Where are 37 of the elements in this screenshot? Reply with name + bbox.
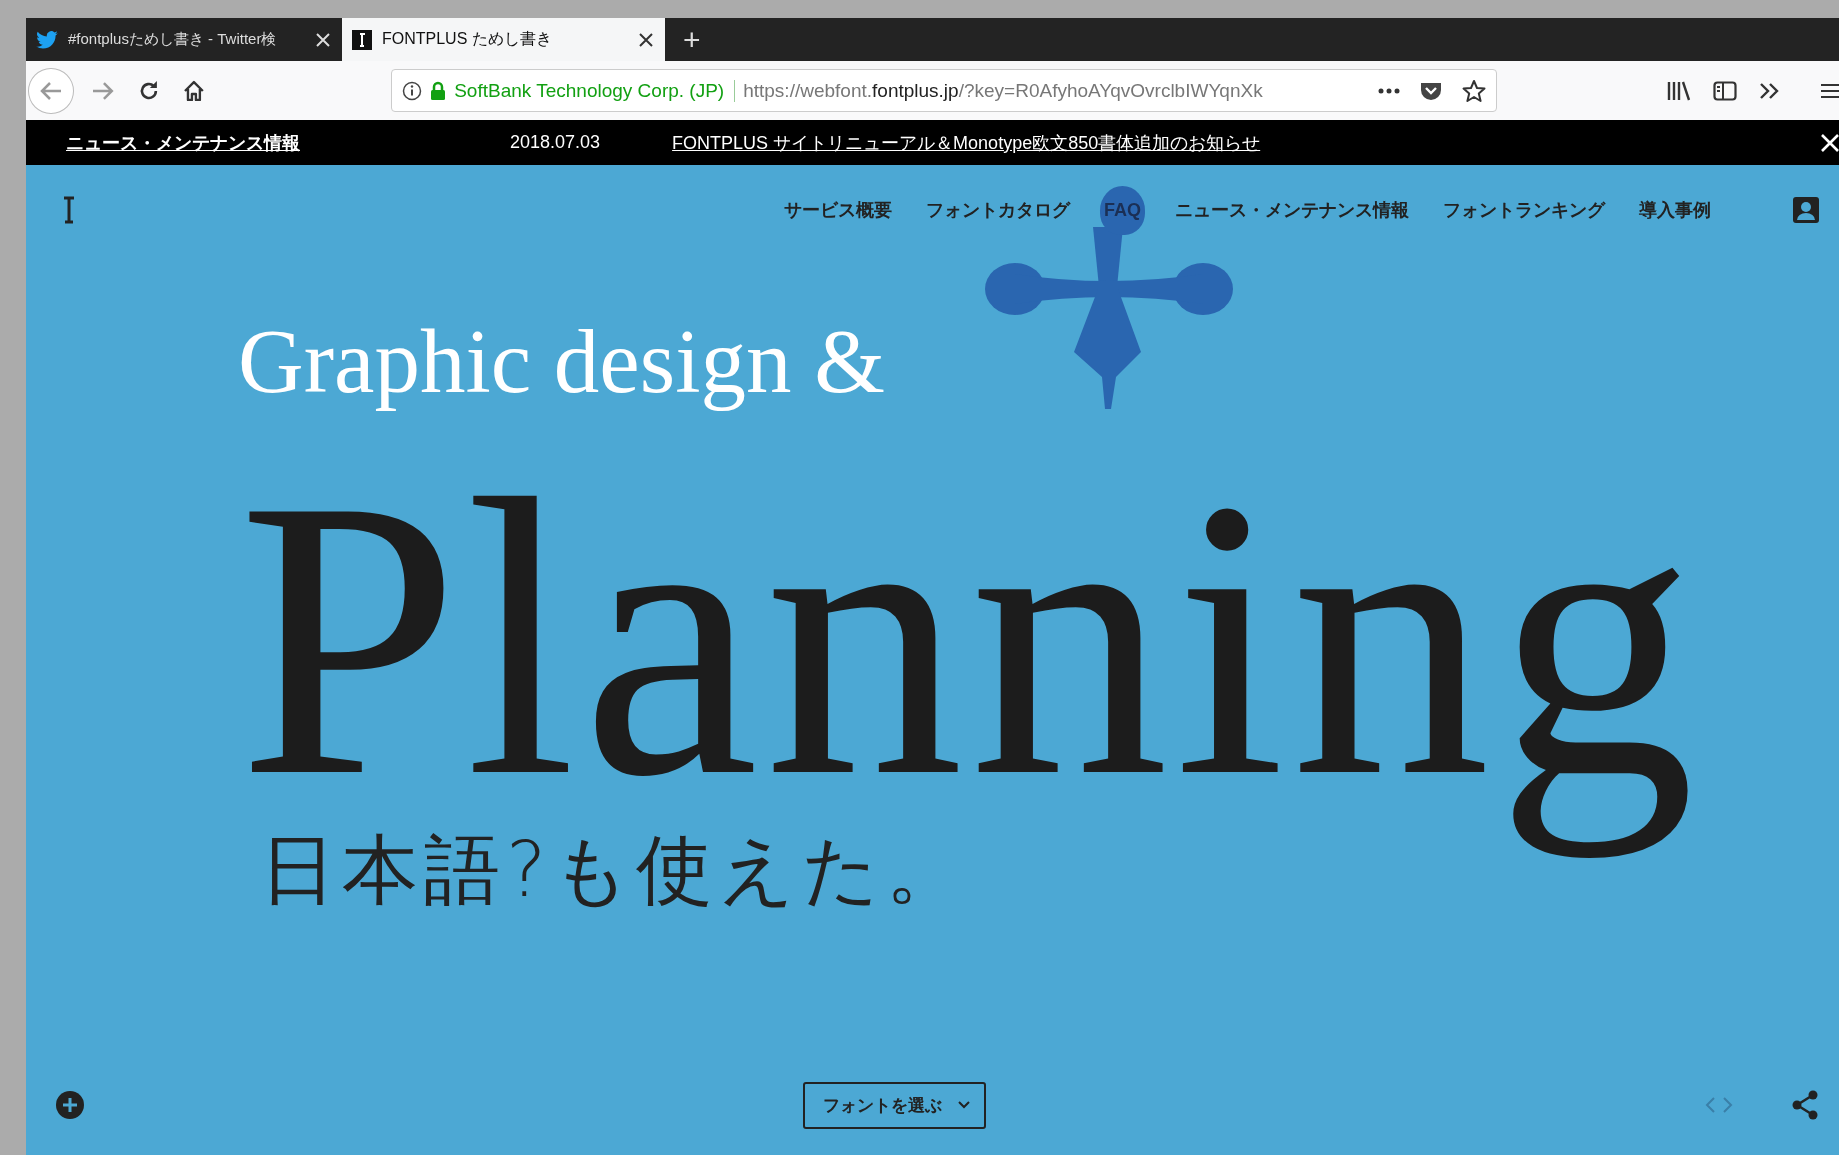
bird-icon xyxy=(36,30,58,49)
news-date: 2018.07.03 xyxy=(510,132,601,153)
logo-icon xyxy=(352,29,372,50)
hero-subtitle: Graphic design & xyxy=(238,310,885,414)
new-tab-button[interactable]: + xyxy=(665,18,719,61)
back-button[interactable] xyxy=(28,67,74,114)
browser-tab[interactable]: #fontplusためし書き - Twitter検 xyxy=(26,18,342,61)
home-icon[interactable] xyxy=(183,79,206,102)
info-icon[interactable] xyxy=(402,80,423,101)
nav-link[interactable]: フォントランキング xyxy=(1443,198,1605,222)
site-identity: SoftBank Technology Corp. (JP) xyxy=(454,79,736,102)
menu-icon[interactable] xyxy=(1821,81,1839,100)
nav-link[interactable]: フォントカタログ xyxy=(926,198,1070,222)
address-bar[interactable]: SoftBank Technology Corp. (JP) https://webfont.fontplus.jp/?key=R0AfyhoAYqvOvrclbIWYqnXk xyxy=(391,69,1497,112)
pocket-icon[interactable] xyxy=(1420,80,1442,101)
url-text: https://webfont.fontplus.jp/?key=R0AfyhoAYqvOvrclbIWYqnXk xyxy=(743,79,1264,102)
nav-link[interactable]: 導入事例 xyxy=(1639,198,1711,222)
browser-tab[interactable]: FONTPLUS ためし書き xyxy=(342,18,665,61)
sidebar-icon[interactable] xyxy=(1713,80,1737,101)
font-select-button[interactable]: フォントを選ぶ xyxy=(803,1081,986,1129)
news-link[interactable]: ニュース・メンテナンス情報 xyxy=(66,130,300,155)
logo-icon[interactable] xyxy=(62,195,76,225)
add-icon[interactable] xyxy=(56,1091,84,1119)
account-icon[interactable] xyxy=(1793,197,1819,223)
forward-icon[interactable] xyxy=(91,79,114,102)
chevron-down-icon xyxy=(958,1101,970,1109)
lock-icon xyxy=(430,80,447,101)
more-icon[interactable] xyxy=(1378,87,1400,94)
share-icon[interactable] xyxy=(1791,1090,1819,1120)
nav-link[interactable]: サービス概要 xyxy=(784,198,892,222)
close-icon[interactable] xyxy=(639,32,653,47)
overflow-icon[interactable] xyxy=(1759,81,1781,100)
nav-link[interactable]: ニュース・メンテナンス情報 xyxy=(1175,198,1409,222)
library-icon[interactable] xyxy=(1667,80,1691,101)
star-icon[interactable] xyxy=(1462,78,1486,103)
news-headline-link[interactable]: FONTPLUS サイトリニューアル＆Monotype欧文850書体追加のお知らせ xyxy=(672,130,1261,155)
back-arrow-icon[interactable] xyxy=(39,80,62,101)
